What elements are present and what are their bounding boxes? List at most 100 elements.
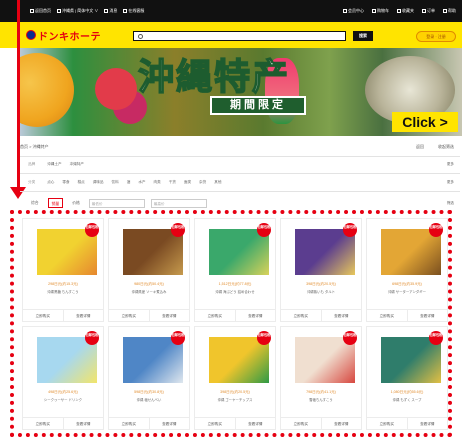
buy-now-button[interactable]: 立即购买 [367,310,407,321]
filter-option[interactable]: 调味品 [93,180,104,185]
view-details-button[interactable]: 查看详情 [320,310,362,321]
product-card[interactable]: 包邮包税 398日元(约20.5元) 沖縄 ゴーヤーチップス 立即购买 查看详情 [194,326,276,430]
product-card[interactable]: 包邮包税 398日元(约20.5元) 沖縄紫いも タルト 立即购买 查看详情 [280,218,362,322]
search-input[interactable] [133,31,346,41]
banner-click-button[interactable]: Click > [392,112,458,132]
topbar-link[interactable]: 沖縄県 | 简体中文 ∨ [57,8,98,14]
product-card[interactable]: 包邮包税 1,080日元(约55.6元) 沖縄 もずく スープ 立即购买 查看详情 [366,326,448,430]
filter-option[interactable]: 干货 [169,180,176,185]
view-details-button[interactable]: 查看详情 [148,418,190,429]
search-button[interactable]: 搜索 [353,31,373,41]
topbar-link[interactable]: 消息 [104,8,117,14]
view-details-button[interactable]: 查看详情 [62,310,104,321]
buy-now-button[interactable]: 立即购买 [109,418,149,429]
topbar-link-icon [372,8,376,13]
view-details-button[interactable]: 查看详情 [148,310,190,321]
hibiscus-image [95,68,137,110]
free-shipping-badge: 包邮包税 [257,331,271,345]
topbar-link[interactable]: 返回首页 [30,8,51,14]
sort-option[interactable]: 价格 [69,198,83,208]
topbar-link[interactable]: 订单 [422,8,435,14]
product-card[interactable]: 包邮包税 298日元(约15.3元) 沖縄黒糖 ちんすこう 立即购买 查看详情 [22,218,104,322]
filter-link[interactable]: 筛选 [447,201,454,206]
filter-option[interactable]: 杂货 [199,180,206,185]
divider [20,173,460,174]
topbar-link-icon [422,8,426,13]
free-shipping-badge: 包邮包税 [429,223,443,237]
buy-now-button[interactable]: 立即购买 [23,310,63,321]
sort-option[interactable]: 综合 [28,198,42,208]
product-actions: 立即购买 查看详情 [281,417,361,429]
topbar-link[interactable]: 收藏夹 [397,8,414,14]
product-name[interactable]: 沖縄 海ぶどう 詰め合わせ [195,289,275,294]
buy-now-button[interactable]: 立即购买 [195,418,235,429]
filter-option[interactable]: 水产 [138,180,145,185]
login-register-button[interactable]: 登录 · 注册 [416,31,456,42]
free-shipping-badge: 包邮包税 [171,331,185,345]
filter-option[interactable]: 糕点 [78,180,85,185]
product-card[interactable]: 包邮包税 798日元(约41.1元) 雪塩ちんすこう 立即购买 查看详情 [280,326,362,430]
top-left-links: 返回首页 沖縄県 | 简体中文 ∨ 消息 在线客服 [30,8,144,14]
price-min-input[interactable]: 最低价 [88,198,145,208]
product-name[interactable]: 沖縄黒糖 ちんすこう [23,289,103,294]
product-name[interactable]: 沖縄 もずく スープ [367,397,447,402]
topbar-link[interactable]: 帮助 [443,8,456,14]
filter-option[interactable]: 肉类 [154,180,161,185]
product-card[interactable]: 包邮包税 498日元(约25.6元) シークヮーサー ドリンク 立即购买 查看详情 [22,326,104,430]
brand-more-link[interactable]: 更多 [447,162,454,167]
buy-now-button[interactable]: 立即购买 [281,418,321,429]
topbar-link-label: 沖縄県 | 简体中文 ∨ [62,8,99,13]
product-price: 398日元(约20.5元) [306,282,336,286]
filter-option[interactable]: 面类 [184,180,191,185]
topbar-link-label: 消息 [109,8,118,13]
filter-option[interactable]: 点心 [47,180,54,185]
breadcrumb-action[interactable]: 返回 [416,144,424,150]
price-max-input[interactable]: 最高价 [150,198,207,208]
topbar-link-label: 会员中心 [348,8,364,13]
view-details-button[interactable]: 查看详情 [320,418,362,429]
product-card[interactable]: 包邮包税 698日元(约35.9元) 沖縄 サーターアンダギー立即购买 查看详情 [366,218,448,322]
buy-now-button[interactable]: 立即购买 [23,418,63,429]
view-details-button[interactable]: 查看详情 [62,418,104,429]
product-card[interactable]: 包邮包税 980日元(约50.4元) 沖縄県産 ソーキ煮込み 立即购买 查看详情 [108,218,190,322]
free-shipping-badge: 包邮包税 [429,331,443,345]
product-name[interactable]: 沖縄県産 ソーキ煮込み [109,289,189,294]
product-price: 698日元(约35.9元) [392,282,422,286]
buy-now-button[interactable]: 立即购买 [109,310,149,321]
promo-banner[interactable]: 沖縄特产 期間限定 Click > [20,48,462,136]
topbar-link[interactable]: 在线客服 [123,8,144,14]
product-price: 980日元(约50.4元) [134,282,164,286]
filter-option[interactable]: 零食 [62,180,69,185]
filter-option[interactable]: 其他 [214,180,221,185]
filter-option[interactable]: 饮料 [112,180,119,185]
sort-option[interactable]: 销量 [47,198,64,208]
product-name[interactable]: 沖縄 ゴーヤーチップス [195,397,275,402]
site-logo[interactable]: ドンキホーテ [26,28,101,43]
breadcrumb[interactable]: 首页 > 沖縄特产 [20,144,49,150]
product-card[interactable]: 包邮包税 1,512日元(约77.8元) 沖縄 海ぶどう 詰め合わせ 立即购买 查看详情 [194,218,276,322]
filter-option[interactable]: 酒 [127,180,131,185]
buy-now-button[interactable]: 立即购买 [195,310,235,321]
view-details-button[interactable]: 查看详情 [234,418,276,429]
product-name[interactable]: 沖縄 塩せんべい [109,397,189,402]
breadcrumb-action[interactable]: 收起筛选 [438,144,454,150]
product-name[interactable]: 沖縄紫いも タルト [281,289,361,294]
product-card[interactable]: 包邮包税 598日元(约30.8元) 沖縄 塩せんべい 立即购买 查看详情 [108,326,190,430]
topbar-link[interactable]: 会员中心 [343,8,364,14]
filter-option[interactable]: 冲绳特产 [70,162,84,167]
category-more-link[interactable]: 更多 [447,180,454,185]
filter-label: 分类 [28,180,36,184]
product-name[interactable]: 雪塩ちんすこう [281,397,361,402]
filter-option[interactable]: 沖縄土产 [47,162,61,167]
view-details-button[interactable]: 查看详情 [234,310,276,321]
product-price: 798日元(约41.1元) [306,390,336,394]
buy-now-button[interactable]: 立即购买 [281,310,321,321]
annotation-arrow-head [10,187,26,199]
view-details-button[interactable]: 查看详情 [406,310,448,321]
buy-now-button[interactable]: 立即购买 [367,418,407,429]
logo-text: ドンキホーテ [38,31,101,43]
view-details-button[interactable]: 查看详情 [406,418,448,429]
topbar-link[interactable]: 购物车 [372,8,389,14]
product-name[interactable]: シークヮーサー ドリンク [23,397,103,402]
product-name[interactable]: 沖縄 サーターアンダギー [367,289,447,294]
